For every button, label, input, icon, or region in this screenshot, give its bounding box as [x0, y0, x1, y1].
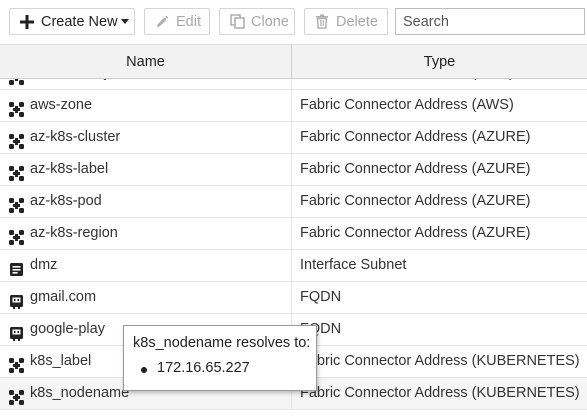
cell-name: az-k8s-region [0, 218, 292, 249]
row-name-label: az-k8s-pod [30, 193, 102, 209]
fabric-connector-icon [9, 226, 24, 245]
row-name-label: az-k8s-cluster [30, 129, 121, 145]
cell-type: FQDN [300, 289, 342, 305]
cell-name: gmail.com [0, 282, 292, 313]
column-header-type[interactable]: Type [292, 45, 587, 79]
fabric-connector-icon [9, 98, 24, 117]
tooltip-ip: 172.16.65.227 [157, 360, 250, 376]
row-name-label: k8s_nodename [30, 385, 130, 401]
row-name-label: k8s_label [30, 353, 92, 369]
cell-type: Fabric Connector Address (KUBERNETES) [300, 353, 580, 369]
chevron-down-icon [120, 19, 129, 24]
tooltip-title: k8s_nodename resolves to: [133, 335, 311, 351]
bullet-icon [141, 367, 147, 373]
table-row[interactable]: aws-zone Fabric Connector Address (AWS) [0, 90, 587, 122]
trash-icon [314, 14, 330, 30]
row-name-label: aws-zone [30, 97, 93, 113]
row-name-label: dmz [30, 257, 58, 273]
table-row[interactable]: az-k8s-pod Fabric Connector Address (AZUR… [0, 186, 587, 218]
pencil-icon [154, 14, 170, 30]
cell-type: Fabric Connector Address (AZURE) [300, 193, 531, 209]
fabric-connector-icon [9, 130, 24, 149]
cell-name: az-k8s-cluster [0, 122, 292, 153]
table-row[interactable]: az-k8s-region Fabric Connector Address (A… [0, 218, 587, 250]
copy-icon [229, 14, 245, 30]
toolbar: Create New Edit Clone Delete [0, 0, 587, 44]
cell-type: FQDN [300, 321, 342, 337]
fqdn-icon [9, 290, 24, 309]
cell-name: az-k8s-label [0, 154, 292, 185]
cell-type: Fabric Connector Address (AWS) [300, 97, 514, 113]
table-row[interactable]: az-k8s-label Fabric Connector Address (AZ… [0, 154, 587, 186]
clone-label: Clone [251, 13, 289, 30]
cell-name: az-k8s-pod [0, 186, 292, 217]
cell-name: aws-zone [0, 90, 292, 121]
create-new-label: Create New [41, 13, 118, 30]
delete-label: Delete [336, 13, 378, 30]
resolve-tooltip: k8s_nodename resolves to: 172.16.65.227 [123, 325, 317, 391]
cell-type: Fabric Connector Address (AZURE) [300, 161, 531, 177]
cell-name: dmz [0, 250, 292, 281]
interface-subnet-icon [9, 258, 24, 276]
clone-button[interactable]: Clone [219, 8, 295, 35]
table-row[interactable]: dmz Interface Subnet [0, 250, 587, 282]
cell-type: Fabric Connector Address (KUBERNETES) [300, 385, 580, 401]
edit-button[interactable]: Edit [144, 8, 210, 35]
create-new-button[interactable]: Create New [9, 8, 135, 35]
fabric-connector-icon [9, 194, 24, 213]
fqdn-icon [9, 322, 24, 341]
search-input[interactable] [395, 8, 585, 35]
row-name-label: gmail.com [30, 289, 97, 305]
column-header-name[interactable]: Name [0, 45, 292, 79]
row-name-label: az-k8s-label [30, 161, 109, 177]
row-name-label: google-play [30, 321, 105, 337]
fabric-connector-icon [9, 354, 24, 373]
fabric-connector-icon [9, 386, 24, 405]
cell-type: Interface Subnet [300, 257, 407, 273]
cell-type: Fabric Connector Address (AZURE) [300, 129, 531, 145]
plus-icon [19, 14, 35, 30]
table-header: Name Type [0, 44, 587, 79]
cell-type: Fabric Connector Address (AZURE) [300, 225, 531, 241]
table-row[interactable]: az-k8s-cluster Fabric Connector Address (… [0, 122, 587, 154]
delete-button[interactable]: Delete [304, 8, 388, 35]
edit-label: Edit [176, 13, 201, 30]
table-row[interactable]: gmail.com FQDN [0, 282, 587, 314]
row-name-label: az-k8s-region [30, 225, 118, 241]
fabric-connector-icon [9, 162, 24, 181]
